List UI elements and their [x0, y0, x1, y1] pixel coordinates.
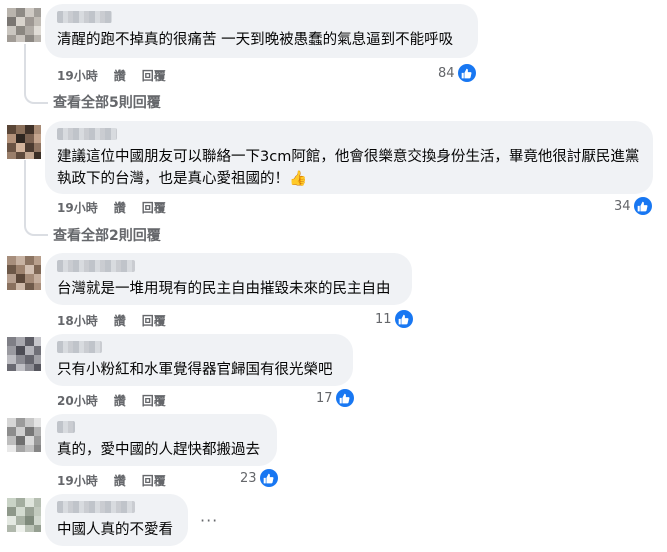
comment-time[interactable]: 19小時	[57, 67, 98, 84]
comment-text: 建議這位中國朋友可以聯絡一下3cm阿館，他會很樂意交換身份生活，畢竟他很討厭民進…	[57, 149, 640, 187]
reaction-count[interactable]: 34	[614, 197, 652, 215]
comment-actions: 18小時 讚 回覆	[57, 312, 166, 329]
thumbs-up-icon	[259, 469, 278, 487]
thread-line	[24, 160, 26, 222]
thumbs-up-icon	[335, 389, 354, 407]
comment-text: 只有小粉紅和水軍覺得器官歸国有很光榮吧	[57, 362, 333, 378]
comment-time[interactable]: 19小時	[57, 199, 98, 216]
comment-actions: 19小時 讚 回覆	[57, 472, 166, 489]
avatar[interactable]	[7, 256, 41, 290]
thumbs-up-icon	[633, 197, 652, 215]
view-all-replies-link[interactable]: 查看全部5則回覆	[53, 92, 161, 112]
reply-button[interactable]: 回覆	[142, 472, 166, 489]
thread-line	[24, 44, 26, 94]
reply-button[interactable]: 回覆	[142, 312, 166, 329]
view-all-replies-link[interactable]: 查看全部2則回覆	[53, 225, 161, 245]
comment-bubble: 中國人真的不愛看	[45, 494, 188, 546]
reply-button[interactable]: 回覆	[142, 67, 166, 84]
comment-actions: 20小時 讚 回覆	[57, 392, 166, 409]
reaction-number: 23	[240, 470, 257, 486]
avatar[interactable]	[7, 418, 41, 452]
comment-text: 清醒的跑不掉真的很痛苦 一天到晚被愚蠢的氣息逼到不能呼吸	[57, 32, 454, 48]
reaction-count[interactable]: 11	[375, 310, 413, 328]
like-button[interactable]: 讚	[114, 392, 126, 409]
commenter-name-blurred[interactable]	[57, 421, 75, 433]
comment-bubble: 台灣就是一堆用現有的民主自由摧毀未來的民主自由	[45, 253, 412, 305]
comment-time[interactable]: 19小時	[57, 472, 98, 489]
comment-bubble: 只有小粉紅和水軍覺得器官歸国有很光榮吧	[45, 334, 353, 386]
reaction-number: 84	[438, 65, 455, 81]
reaction-number: 11	[375, 311, 392, 327]
thumbs-up-icon	[394, 310, 413, 328]
comment-time[interactable]: 18小時	[57, 312, 98, 329]
reply-connector	[24, 220, 48, 236]
commenter-name-blurred[interactable]	[57, 341, 102, 353]
reaction-count[interactable]: 23	[240, 469, 278, 487]
avatar[interactable]	[7, 8, 41, 42]
avatar[interactable]	[7, 337, 41, 371]
comment-bubble: 建議這位中國朋友可以聯絡一下3cm阿館，他會很樂意交換身份生活，畢竟他很討厭民進…	[45, 121, 653, 194]
reaction-number: 34	[614, 198, 631, 214]
commenter-name-blurred[interactable]	[57, 260, 135, 272]
comment-bubble: 真的，愛中國的人趕快都搬過去	[45, 414, 277, 466]
comment-text: 中國人真的不愛看	[57, 522, 173, 538]
like-button[interactable]: 讚	[114, 472, 126, 489]
comment-text: 台灣就是一堆用現有的民主自由摧毀未來的民主自由	[57, 281, 391, 297]
reaction-number: 17	[316, 390, 333, 406]
more-options-icon[interactable]: ···	[200, 511, 218, 530]
thumbs-up-icon	[457, 64, 476, 82]
reaction-count[interactable]: 17	[316, 389, 354, 407]
like-button[interactable]: 讚	[114, 67, 126, 84]
avatar[interactable]	[7, 125, 41, 159]
reply-button[interactable]: 回覆	[142, 199, 166, 216]
reply-connector	[24, 88, 48, 104]
comment-time[interactable]: 20小時	[57, 392, 98, 409]
commenter-name-blurred[interactable]	[57, 11, 112, 23]
reply-button[interactable]: 回覆	[142, 392, 166, 409]
commenter-name-blurred[interactable]	[57, 128, 117, 140]
comment-actions: 19小時 讚 回覆	[57, 199, 166, 216]
comment-text: 真的，愛中國的人趕快都搬過去	[57, 442, 260, 458]
comment-bubble: 清醒的跑不掉真的很痛苦 一天到晚被愚蠢的氣息逼到不能呼吸	[45, 4, 478, 58]
avatar[interactable]	[7, 498, 41, 532]
like-button[interactable]: 讚	[114, 199, 126, 216]
comment-actions: 19小時 讚 回覆	[57, 67, 166, 84]
like-button[interactable]: 讚	[114, 312, 126, 329]
commenter-name-blurred[interactable]	[57, 501, 135, 513]
reaction-count[interactable]: 84	[438, 64, 476, 82]
